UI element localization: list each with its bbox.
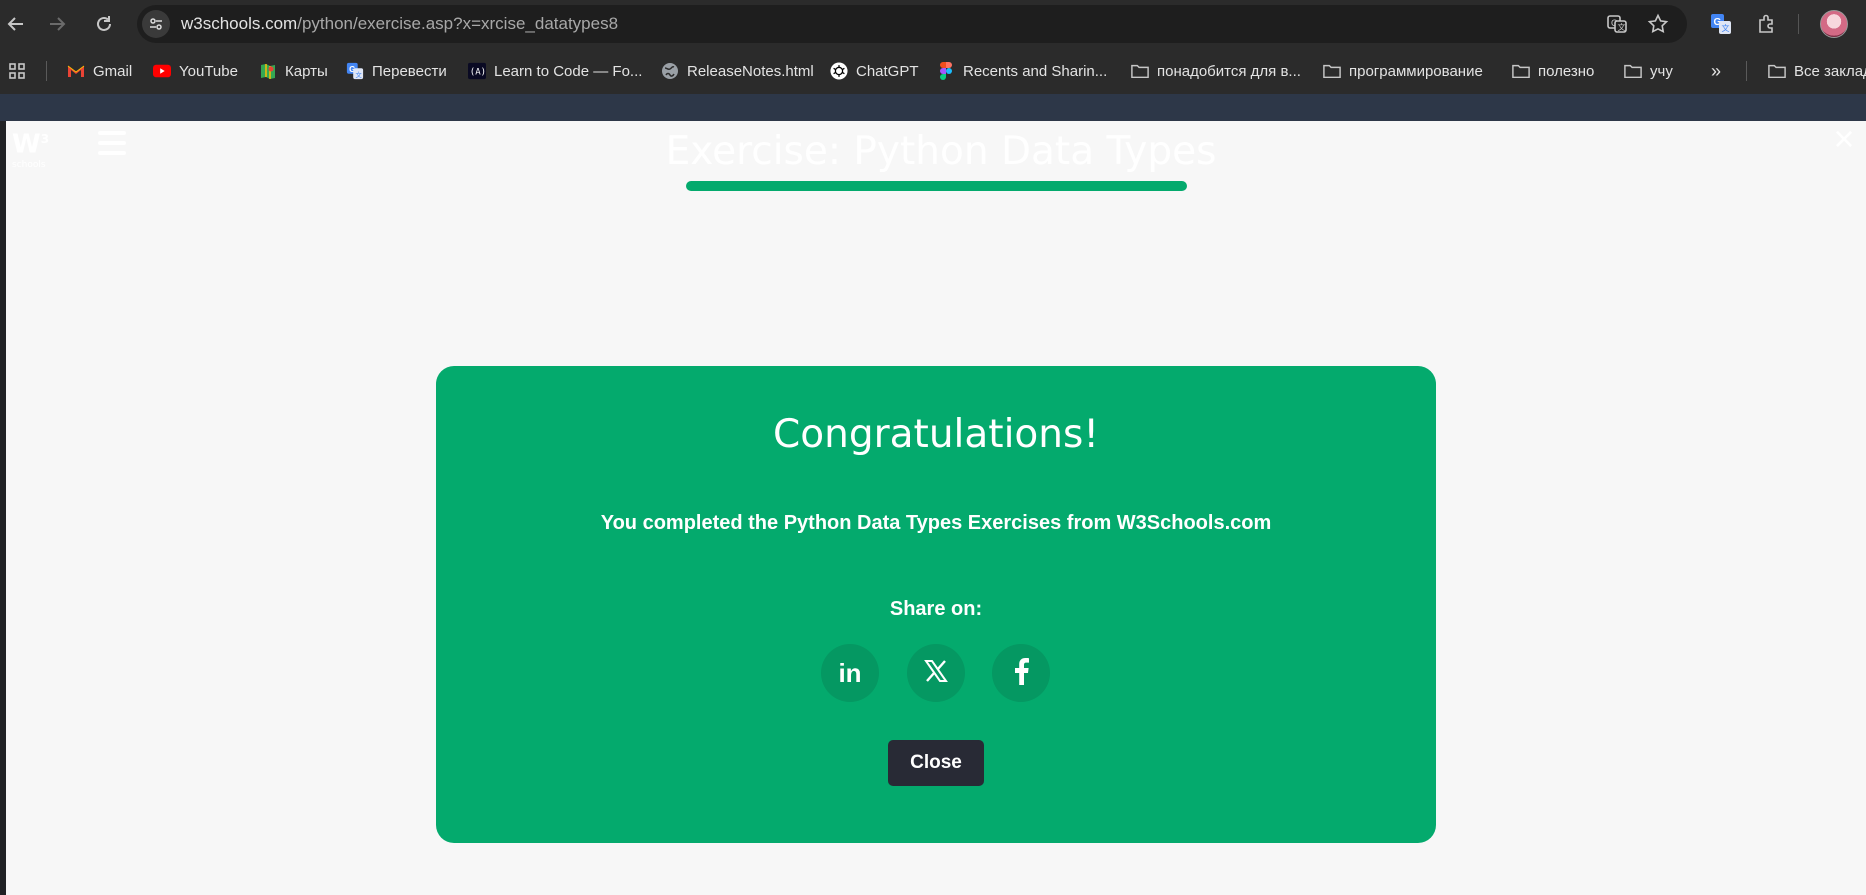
svg-text:文: 文 xyxy=(1618,22,1626,32)
w3schools-logo[interactable]: W3 schools xyxy=(12,124,68,170)
bookmark-label: Learn to Code — Fo... xyxy=(494,62,643,80)
browser-toolbar: w3schools.com/python/exercise.asp?x=xrci… xyxy=(0,0,1866,48)
bookmark-folder[interactable]: понадобится для в... xyxy=(1131,48,1301,94)
bookmark-folder[interactable]: учу xyxy=(1624,48,1673,94)
bookmark-youtube[interactable]: YouTube xyxy=(153,48,238,94)
forward-icon[interactable] xyxy=(41,8,73,40)
folder-icon xyxy=(1624,62,1642,80)
folder-icon xyxy=(1131,62,1149,80)
bookmark-label: Перевести xyxy=(372,62,447,80)
menu-icon[interactable] xyxy=(98,131,128,157)
bookmark-label: учу xyxy=(1650,62,1673,80)
share-label: Share on: xyxy=(889,598,983,620)
youtube-icon xyxy=(153,62,171,80)
x-share-button[interactable] xyxy=(907,644,965,702)
bookmark-label: программирование xyxy=(1349,62,1483,80)
all-bookmarks-folder[interactable]: Все заклад xyxy=(1768,48,1866,94)
site-info-icon[interactable] xyxy=(142,10,170,38)
completion-message: You completed the Python Data Types Exer… xyxy=(600,512,1272,534)
more-bookmarks-chevron-icon[interactable]: » xyxy=(1711,48,1721,94)
x-icon xyxy=(923,658,949,689)
bookmark-freecodecamp[interactable]: (A) Learn to Code — Fo... xyxy=(468,48,642,94)
bookmarks-bar: Gmail YouTube Карты G文 Перевести (A) Lea… xyxy=(0,48,1866,94)
svg-text:文: 文 xyxy=(355,70,362,79)
close-button[interactable]: Close xyxy=(888,740,984,786)
bookmark-label: Карты xyxy=(285,62,328,80)
bookmark-label: YouTube xyxy=(179,62,238,80)
linkedin-share-button[interactable]: in xyxy=(821,644,879,702)
chatgpt-icon xyxy=(830,62,848,80)
gmail-icon xyxy=(67,62,85,80)
bookmark-translate[interactable]: G文 Перевести xyxy=(346,48,447,94)
google-translate-icon[interactable]: G文 xyxy=(1707,10,1735,38)
modal-title: Congratulations! xyxy=(773,412,1099,457)
freecodecamp-icon: (A) xyxy=(468,62,486,80)
translate-icon[interactable]: G文 xyxy=(1605,12,1629,36)
more-bookmarks-label: » xyxy=(1711,60,1722,81)
reload-icon[interactable] xyxy=(88,8,120,40)
folder-icon xyxy=(1768,62,1786,80)
bookmark-folder[interactable]: программирование xyxy=(1323,48,1483,94)
bookmark-label: Recents and Sharin... xyxy=(963,62,1108,80)
congratulations-modal: Congratulations! You completed the Pytho… xyxy=(436,366,1436,843)
toolbar-divider xyxy=(1798,14,1799,34)
page-title: Exercise: Python Data Types xyxy=(665,129,1217,174)
url-host: w3schools.com xyxy=(181,14,298,33)
globe-icon xyxy=(661,62,679,80)
bookmarks-divider xyxy=(1746,61,1747,81)
star-icon[interactable] xyxy=(1646,12,1670,36)
apps-icon[interactable] xyxy=(8,48,26,94)
url-text[interactable]: w3schools.com/python/exercise.asp?x=xrci… xyxy=(181,5,618,43)
bookmark-folder[interactable]: полезно xyxy=(1512,48,1594,94)
bookmark-releasenotes[interactable]: ReleaseNotes.html xyxy=(661,48,814,94)
facebook-share-button[interactable] xyxy=(992,644,1050,702)
page-top-strip xyxy=(0,94,1866,121)
svg-text:文: 文 xyxy=(1722,23,1730,33)
bookmark-figma[interactable]: Recents and Sharin... xyxy=(937,48,1107,94)
linkedin-icon: in xyxy=(838,657,862,688)
back-icon[interactable] xyxy=(0,8,32,40)
bookmark-label: Все заклад xyxy=(1794,62,1866,80)
extensions-icon[interactable] xyxy=(1753,10,1781,38)
bookmark-label: ReleaseNotes.html xyxy=(687,62,814,80)
bookmark-label: ChatGPT xyxy=(856,62,919,80)
bookmark-label: полезно xyxy=(1538,62,1595,80)
svg-text:(A): (A) xyxy=(470,68,486,78)
translate-icon: G文 xyxy=(346,62,364,80)
folder-icon xyxy=(1512,62,1530,80)
bookmark-gmail[interactable]: Gmail xyxy=(67,48,132,94)
address-bar[interactable]: w3schools.com/python/exercise.asp?x=xrci… xyxy=(137,5,1687,43)
close-icon[interactable]: × xyxy=(1826,121,1862,157)
bookmark-label: Gmail xyxy=(93,62,133,80)
facebook-icon xyxy=(1012,657,1030,690)
folder-icon xyxy=(1323,62,1341,80)
bookmarks-divider xyxy=(46,61,47,81)
figma-icon xyxy=(937,62,955,80)
bookmark-maps[interactable]: Карты xyxy=(259,48,328,94)
maps-icon xyxy=(259,62,277,80)
url-path: /python/exercise.asp?x=xrcise_datatypes8 xyxy=(297,14,619,33)
bookmark-chatgpt[interactable]: ChatGPT xyxy=(830,48,919,94)
bookmark-label: понадобится для в... xyxy=(1157,62,1301,80)
profile-avatar[interactable] xyxy=(1820,10,1848,38)
progress-bar xyxy=(686,181,1187,191)
